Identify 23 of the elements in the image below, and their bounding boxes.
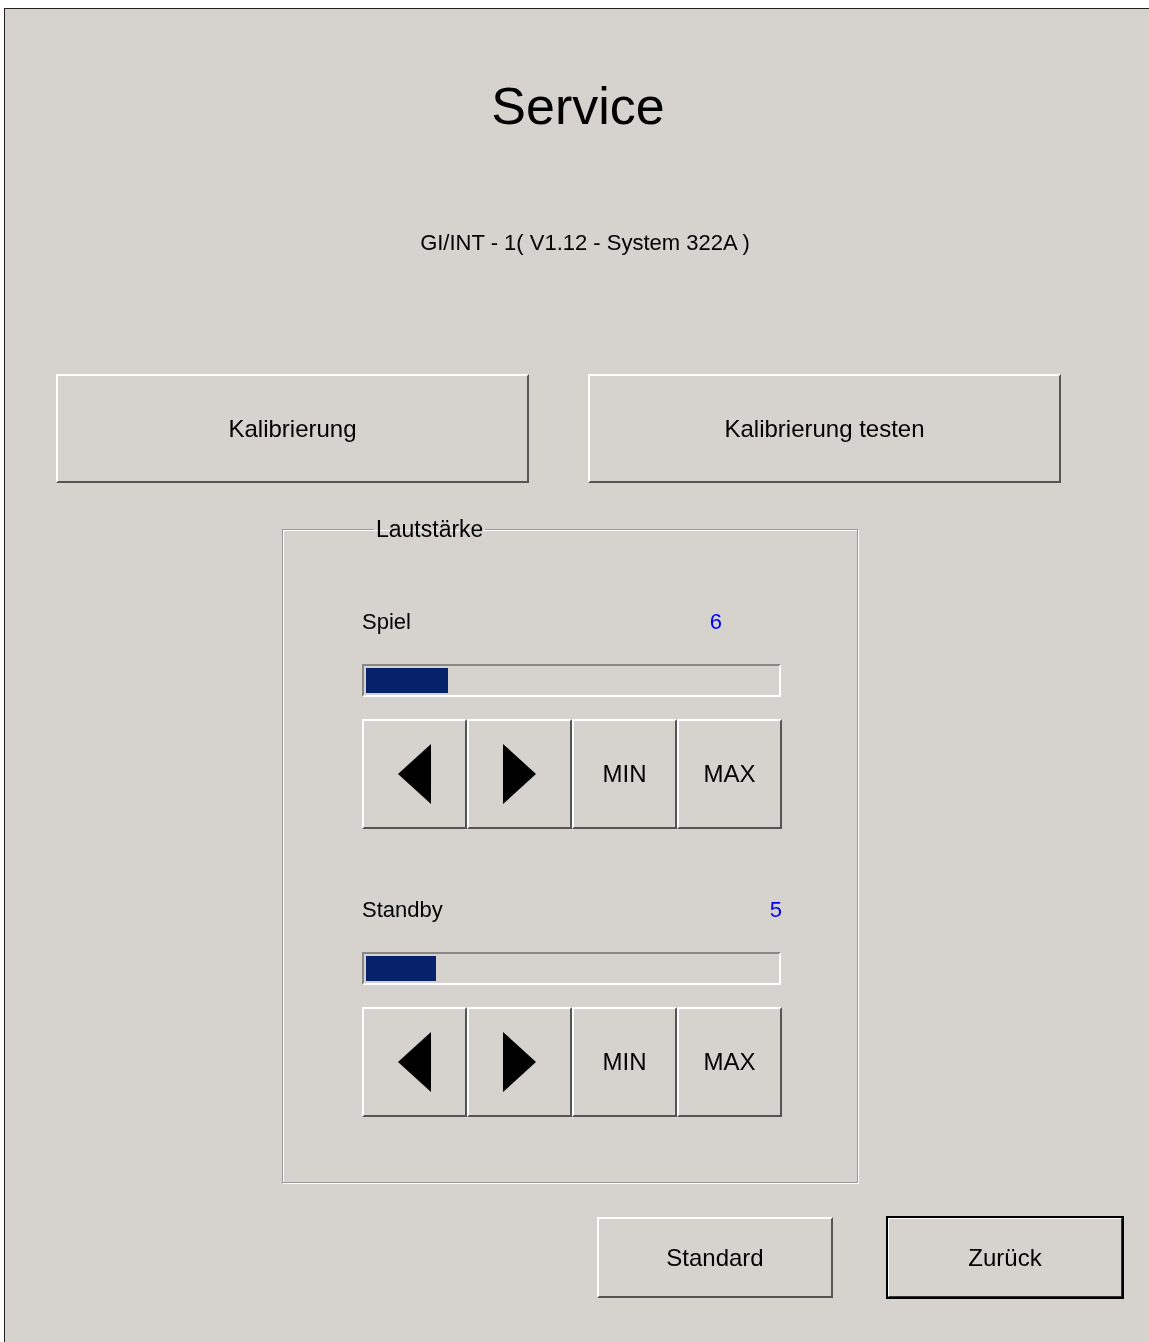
right-triangle-icon: [503, 744, 536, 804]
calibration-button[interactable]: Kalibrierung: [56, 374, 529, 483]
limit-button[interactable]: MIN: [572, 719, 677, 829]
dialog-button[interactable]: Standard: [597, 1217, 833, 1298]
limit-button[interactable]: MIN: [572, 1007, 677, 1117]
decrease-button[interactable]: [362, 1007, 467, 1117]
volume-value: 6: [709, 609, 722, 635]
version-text: GI/INT - 1( V1.12 - System 322A ): [419, 230, 751, 256]
increase-button[interactable]: [467, 1007, 572, 1117]
right-triangle-icon: [503, 1032, 536, 1092]
default-button[interactable]: Zurück: [887, 1217, 1123, 1298]
left-triangle-icon: [398, 1032, 431, 1092]
group-label: Lautstärke: [375, 516, 485, 543]
increase-button[interactable]: [467, 719, 572, 829]
left-triangle-icon: [398, 744, 431, 804]
limit-button[interactable]: MAX: [677, 1007, 782, 1117]
channel-label: Spiel: [362, 609, 411, 635]
decrease-button[interactable]: [362, 719, 467, 829]
calibration-button[interactable]: Kalibrierung testen: [588, 374, 1061, 483]
screen-title: Service: [490, 77, 666, 135]
volume-value: 5: [769, 897, 782, 923]
channel-label: Standby: [362, 897, 443, 923]
limit-button[interactable]: MAX: [677, 719, 782, 829]
